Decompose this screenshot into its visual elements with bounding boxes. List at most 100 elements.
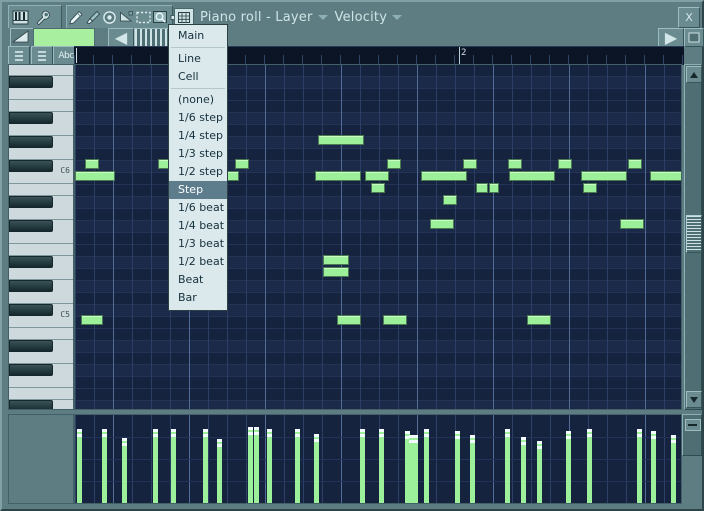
note-block[interactable] [583, 183, 597, 193]
close-button[interactable]: X [678, 7, 700, 28]
triplet-right-button[interactable] [31, 46, 53, 65]
triplet-left-button[interactable] [8, 46, 30, 65]
velocity-bar-handle[interactable] [566, 431, 571, 434]
velocity-bar[interactable] [413, 435, 418, 503]
piano-key-black[interactable] [9, 400, 53, 409]
velocity-bar-handle[interactable] [254, 427, 259, 430]
level-bar[interactable] [33, 28, 95, 47]
velocity-bar-handle[interactable] [405, 431, 410, 434]
menu-item[interactable]: 1/4 step [169, 127, 227, 145]
piano-key-white[interactable] [9, 88, 73, 100]
note-block[interactable] [318, 135, 364, 145]
velocity-bar-handle[interactable] [671, 435, 676, 438]
piano-key-white[interactable] [9, 100, 73, 112]
velocity-bar-handle[interactable] [379, 429, 384, 432]
piano-key-white[interactable] [9, 244, 73, 256]
note-block[interactable] [315, 171, 361, 181]
delete-icon[interactable] [101, 7, 118, 27]
note-block[interactable] [387, 159, 401, 169]
menu-item[interactable]: 1/6 step [169, 109, 227, 127]
note-block[interactable] [527, 315, 551, 325]
velocity-bar[interactable] [102, 429, 107, 503]
velocity-bar-handle[interactable] [203, 429, 208, 432]
velocity-bar[interactable] [379, 429, 384, 503]
zoom-icon[interactable] [152, 7, 169, 27]
piano-key-black[interactable] [9, 256, 53, 268]
note-block[interactable] [235, 159, 249, 169]
velocity-bar[interactable] [203, 429, 208, 503]
vertical-scrollbar[interactable] [684, 64, 702, 410]
square-icon[interactable] [684, 28, 704, 47]
velocity-bar-handle[interactable] [537, 441, 542, 444]
ramp-icon[interactable] [10, 28, 34, 47]
paint-brush-icon[interactable] [84, 7, 101, 27]
menu-item[interactable]: Bar [169, 289, 227, 307]
piano-key-black[interactable] [9, 136, 53, 148]
note-block[interactable] [443, 195, 457, 205]
note-block[interactable] [581, 171, 627, 181]
velocity-label[interactable]: Velocity [335, 10, 388, 25]
velocity-grid[interactable] [74, 414, 682, 504]
velocity-bar-handle[interactable] [217, 439, 222, 442]
snap-dropdown-menu[interactable]: Main Line Cell (none) 1/6 step 1/4 step 1/3 st… [168, 24, 228, 311]
velocity-bar-handle[interactable] [267, 429, 272, 432]
velocity-bar[interactable] [505, 429, 510, 503]
velocity-bar[interactable] [671, 435, 676, 503]
velocity-bar[interactable] [77, 429, 82, 503]
velocity-bar-handle[interactable] [360, 429, 365, 432]
velocity-bar[interactable] [360, 429, 365, 503]
velocity-bar[interactable] [217, 439, 222, 503]
piano-key-black[interactable] [9, 364, 53, 376]
velocity-bar[interactable] [122, 438, 127, 503]
piano-roll-icon[interactable] [9, 7, 32, 27]
velocity-bar[interactable] [153, 429, 158, 503]
piano-key-white[interactable] [9, 292, 73, 304]
piano-key-white[interactable] [9, 352, 73, 364]
note-block[interactable] [508, 159, 522, 169]
velocity-bar[interactable] [470, 435, 475, 503]
velocity-bar-handle[interactable] [587, 429, 592, 432]
note-block[interactable] [430, 219, 454, 229]
velocity-bar[interactable] [295, 429, 300, 503]
piano-key-white[interactable] [9, 65, 73, 76]
timeline-ruler[interactable]: 2 [74, 46, 684, 65]
scroll-right-button[interactable]: ▶ [658, 28, 684, 47]
note-block[interactable] [620, 219, 644, 229]
note-block[interactable] [558, 159, 572, 169]
chevron-down-icon-layer[interactable] [317, 14, 328, 20]
note-block[interactable] [337, 315, 361, 325]
velocity-bar-handle[interactable] [102, 429, 107, 432]
velocity-bar[interactable] [254, 427, 259, 503]
velocity-bar-handle[interactable] [122, 438, 127, 441]
velocity-bar[interactable] [537, 441, 542, 503]
piano-key-black[interactable] [9, 304, 53, 316]
menu-item[interactable]: 1/3 beat [169, 235, 227, 253]
piano-key-white[interactable] [9, 268, 73, 280]
menu-item[interactable]: Line [169, 50, 227, 68]
menu-item[interactable]: (none) [169, 91, 227, 109]
scroll-up-button[interactable] [686, 66, 702, 83]
vertical-scroll-thumb[interactable] [686, 215, 702, 253]
note-block[interactable] [323, 255, 349, 265]
chevron-down-icon-velocity[interactable] [392, 14, 403, 20]
note-block[interactable] [85, 159, 99, 169]
menu-item[interactable]: Main [169, 27, 227, 45]
piano-key-white[interactable] [9, 184, 73, 196]
piano-key-white[interactable] [9, 328, 73, 340]
note-block[interactable] [476, 183, 488, 193]
pencil-icon[interactable] [67, 7, 84, 27]
note-block[interactable] [650, 171, 681, 181]
velocity-bar[interactable] [637, 429, 642, 503]
piano-key-white[interactable] [9, 148, 73, 160]
piano-key-black[interactable] [9, 220, 53, 232]
note-block[interactable] [509, 171, 555, 181]
menu-item[interactable]: 1/2 step [169, 163, 227, 181]
note-block[interactable] [81, 315, 103, 325]
velocity-bar-handle[interactable] [470, 435, 475, 438]
note-grid[interactable] [74, 64, 682, 410]
velocity-bar[interactable] [248, 427, 253, 503]
piano-key-white[interactable] [9, 388, 73, 400]
menu-item[interactable]: Step [169, 181, 227, 199]
velocity-bar-handle[interactable] [314, 434, 319, 437]
menu-item[interactable]: 1/4 beat [169, 217, 227, 235]
